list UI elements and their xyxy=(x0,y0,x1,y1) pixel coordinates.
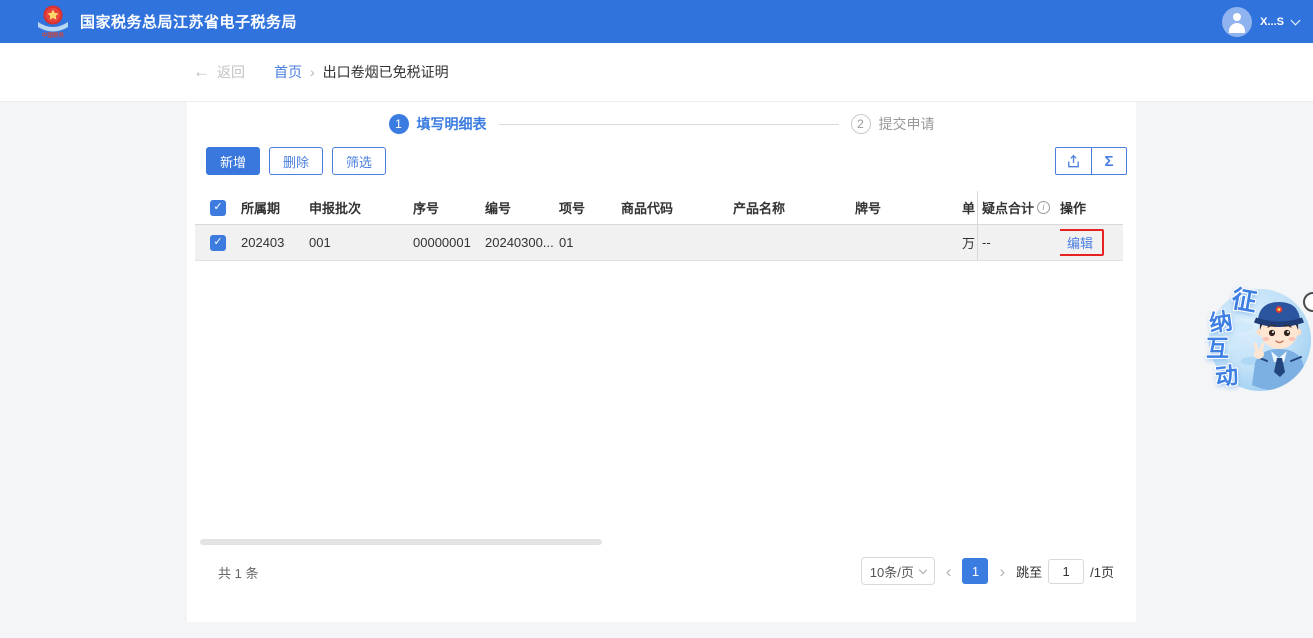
cell-product-name-redacted xyxy=(733,235,855,250)
page-size-value: 10条/页 xyxy=(869,564,914,580)
current-page-button[interactable]: 1 xyxy=(962,558,989,584)
cell-commodity-code-redacted xyxy=(621,235,733,250)
step-2-label: 提交申请 xyxy=(878,116,935,132)
svg-text:中国税务: 中国税务 xyxy=(42,31,65,39)
cell-action: 编辑 xyxy=(1060,229,1123,256)
delete-button[interactable]: 删除 xyxy=(269,147,324,175)
tax-bureau-logo-icon: 中国税务 xyxy=(38,5,68,39)
back-button[interactable]: 返回 xyxy=(217,62,245,82)
user-name: X...S xyxy=(1260,15,1284,28)
step-connector-line xyxy=(498,123,839,125)
content-card: 1 填写明细表 2 提交申请 新增 删除 筛选 Σ ✓ 所属期 申报批次 序号 … xyxy=(187,102,1136,622)
edit-link[interactable]: 编辑 xyxy=(1067,233,1093,252)
row-checkbox[interactable]: ✓ xyxy=(210,234,226,251)
export-button[interactable] xyxy=(1056,148,1091,174)
page-jump-group: 跳至 /1页 xyxy=(1016,558,1114,584)
step-2-circle: 2 xyxy=(850,114,871,134)
breadcrumb-separator: › xyxy=(310,64,315,80)
breadcrumb-bar: ← 返回 首页 › 出口卷烟已免税证明 xyxy=(0,43,1313,102)
column-header-product-name: 产品名称 xyxy=(733,201,786,216)
breadcrumb-current: 出口卷烟已免税证明 xyxy=(322,64,449,80)
page-size-select[interactable]: 10条/页 xyxy=(860,557,935,585)
app-title: 国家税务总局江苏省电子税务局 xyxy=(80,14,298,31)
select-all-checkbox[interactable]: ✓ xyxy=(210,199,226,216)
total-count: 共 1 条 xyxy=(218,566,259,581)
total-pages-label: /1页 xyxy=(1090,564,1114,580)
pagination: 10条/页 ‹ 1 › 跳至 /1页 xyxy=(860,557,1114,585)
avatar-head xyxy=(1233,12,1242,21)
doubt-total-label: 疑点合计 xyxy=(982,201,1035,216)
tax-interaction-mascot-widget[interactable]: 征 纳 互 动 xyxy=(1203,283,1313,395)
step-indicator: 1 填写明细表 2 提交申请 xyxy=(187,114,1136,134)
table-row[interactable]: ✓ 202403 001 00000001 20240300... 01 万 -… xyxy=(195,225,1123,261)
cell-doubt-total: -- xyxy=(982,235,991,250)
top-bar: 中国税务 国家税务总局江苏省电子税务局 X...S xyxy=(0,0,1313,43)
cell-item: 01 xyxy=(559,235,574,250)
column-header-brand: 牌号 xyxy=(855,201,882,216)
cell-batch: 001 xyxy=(309,235,331,250)
export-icon xyxy=(1068,154,1079,167)
info-icon[interactable]: i xyxy=(1037,201,1051,214)
column-header-commodity-code: 商品代码 xyxy=(621,201,674,216)
step-1-circle: 1 xyxy=(388,114,409,134)
user-avatar-icon[interactable] xyxy=(1222,6,1253,37)
sum-button[interactable]: Σ xyxy=(1091,148,1126,174)
next-page-button[interactable]: › xyxy=(997,563,1007,580)
cell-seq: 00000001 xyxy=(413,235,471,250)
back-arrow-icon[interactable]: ← xyxy=(193,62,210,82)
table-tools-group: Σ xyxy=(1055,147,1127,175)
app-window: 中国税务 国家税务总局江苏省电子税务局 X...S ← 返回 首页 › 出口卷烟… xyxy=(0,0,1313,638)
filter-button[interactable]: 筛选 xyxy=(332,147,387,175)
add-button[interactable]: 新增 xyxy=(206,147,261,175)
user-menu[interactable]: X...S xyxy=(1222,0,1301,43)
step-1-label: 填写明细表 xyxy=(416,116,487,132)
cell-number: 20240300... xyxy=(485,235,554,250)
column-header-batch: 申报批次 xyxy=(309,201,362,216)
cell-unit-truncated: 万 xyxy=(945,225,978,260)
edit-highlight-box: 编辑 xyxy=(1060,229,1105,256)
column-header-number: 编号 xyxy=(485,201,512,216)
column-header-seq: 序号 xyxy=(413,201,440,216)
table-toolbar: 新增 删除 筛选 xyxy=(206,147,387,175)
detail-table: ✓ 所属期 申报批次 序号 编号 项号 商品代码 产品名称 牌号 单 疑点合计 … xyxy=(195,191,1123,261)
horizontal-scrollbar-thumb[interactable] xyxy=(200,539,602,545)
column-header-period: 所属期 xyxy=(241,201,281,216)
jump-page-input[interactable] xyxy=(1048,558,1085,584)
column-header-unit-truncated: 单 xyxy=(945,191,978,224)
column-header-item: 项号 xyxy=(559,201,586,216)
prev-page-button[interactable]: ‹ xyxy=(944,563,954,580)
table-header-row: ✓ 所属期 申报批次 序号 编号 项号 商品代码 产品名称 牌号 单 疑点合计 … xyxy=(195,191,1123,225)
breadcrumb-home[interactable]: 首页 xyxy=(274,62,302,82)
jump-label: 跳至 xyxy=(1016,564,1043,580)
mascot-char-dong: 动 xyxy=(1213,361,1240,391)
column-header-action: 操作 xyxy=(1060,201,1087,216)
chevron-down-icon xyxy=(918,565,928,574)
avatar-shoulders xyxy=(1229,22,1246,33)
cell-period: 202403 xyxy=(241,235,285,250)
chevron-down-icon[interactable] xyxy=(1290,15,1301,25)
sigma-icon: Σ xyxy=(1104,152,1114,170)
column-header-doubt-total: 疑点合计 i xyxy=(978,198,1060,217)
